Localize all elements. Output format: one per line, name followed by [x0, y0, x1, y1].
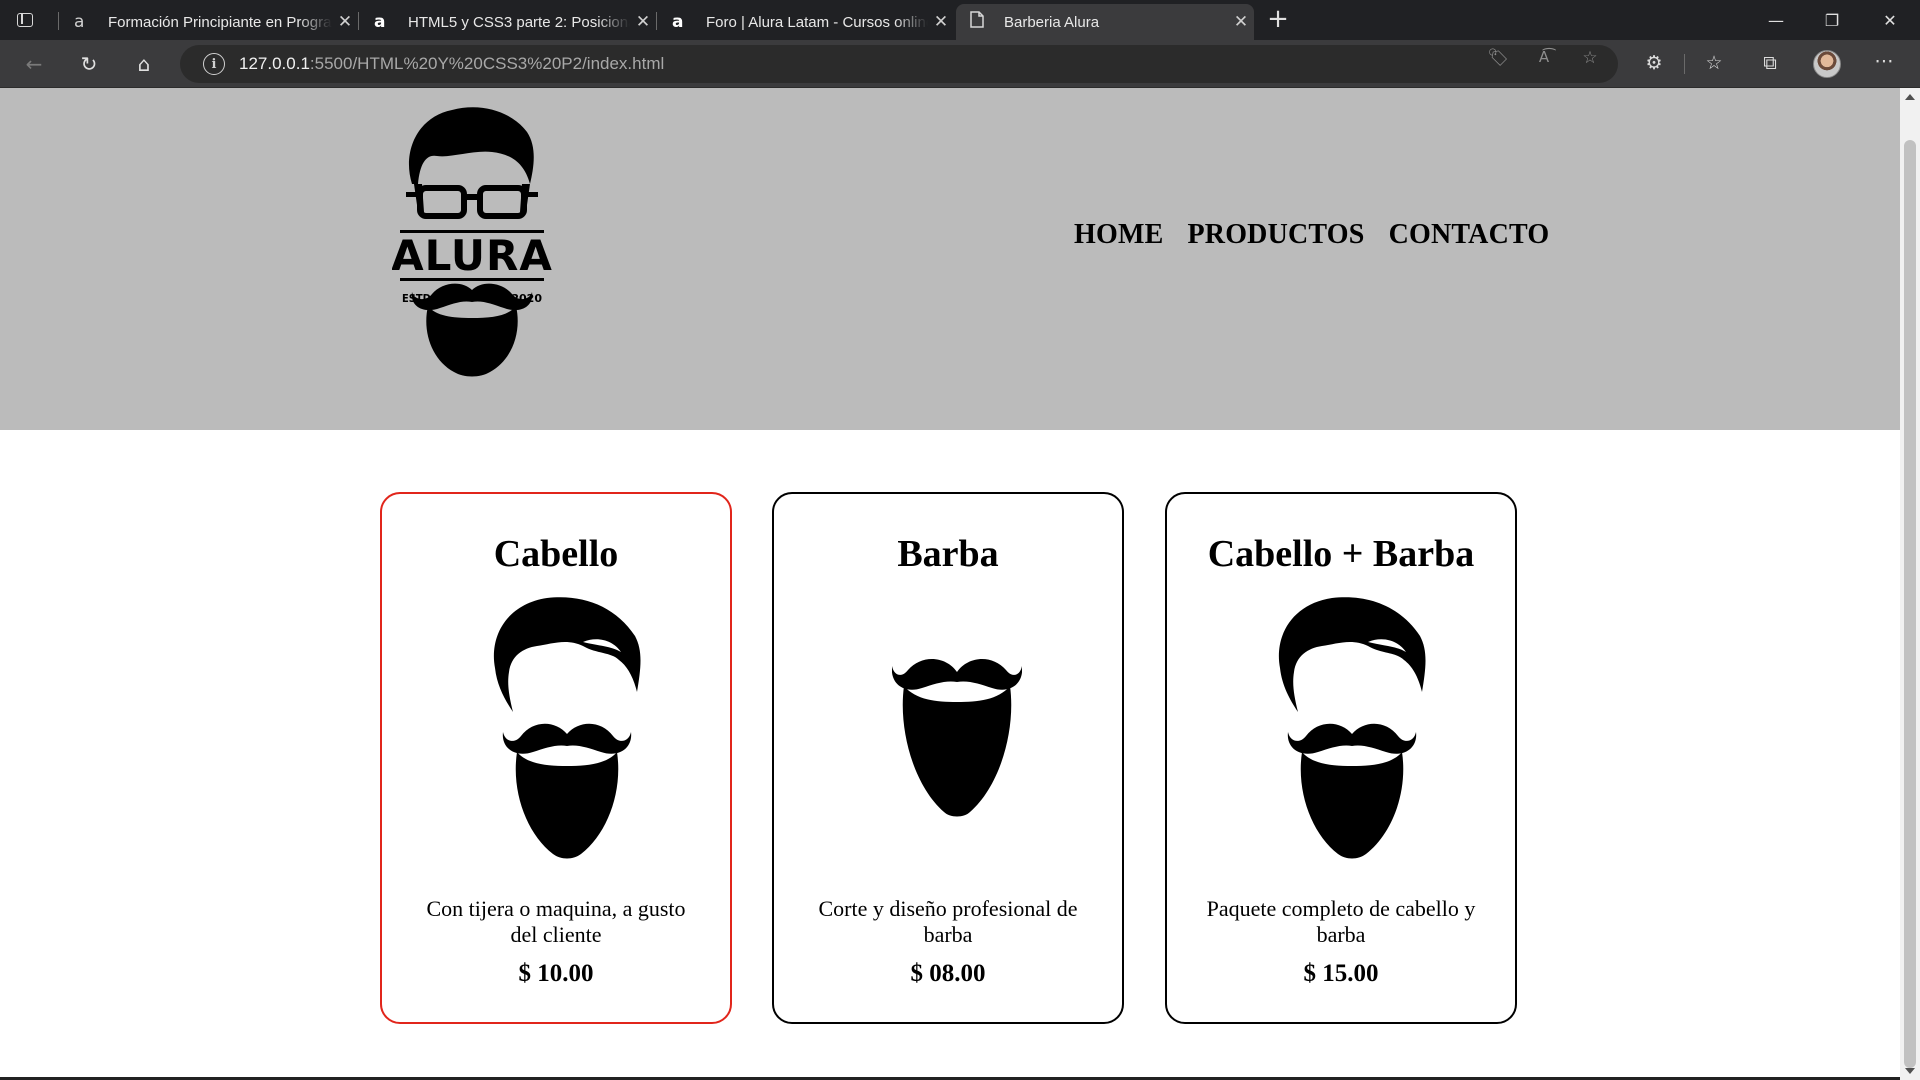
tab-title: Formación Principiante en Programación	[108, 13, 332, 31]
hair-and-beard-icon	[1278, 597, 1426, 859]
site-info-icon[interactable]: i	[203, 53, 225, 75]
scroll-down-arrow-icon[interactable]	[1905, 1068, 1915, 1074]
new-tab-button[interactable]: +	[1262, 4, 1294, 36]
read-aloud-icon[interactable]: A͡	[1532, 48, 1556, 70]
product-title: Cabello + Barba	[1207, 533, 1475, 575]
beard-icon	[892, 658, 1022, 817]
toolbar-separator	[1684, 54, 1685, 74]
alura-icon: a	[374, 12, 386, 32]
back-button[interactable]: ←	[16, 48, 52, 80]
alura-icon: a	[672, 12, 684, 32]
document-icon	[970, 11, 992, 33]
hair-and-beard-icon	[493, 597, 641, 859]
product-card-cabello[interactable]: Cabello Con tijera o maquina, a gusto de…	[380, 492, 732, 1024]
extensions-icon[interactable]: ⚙	[1640, 52, 1668, 78]
product-card-cabello-barba[interactable]: Cabello + Barba Paquete completo de cabe…	[1165, 492, 1517, 1024]
scroll-up-arrow-icon[interactable]	[1905, 94, 1915, 100]
tab-title: Barberia Alura	[1004, 13, 1100, 31]
page-viewport: ALURA ESTD 2020 HOME PRODUCTOS CONTACTO …	[0, 88, 1920, 1080]
close-window-button[interactable]: ✕	[1862, 0, 1918, 40]
tab-title: Foro | Alura Latam - Cursos online	[706, 13, 928, 31]
tab-separator	[58, 12, 59, 30]
menu-home-link[interactable]: HOME	[1074, 219, 1163, 251]
collections-icon[interactable]: ⧉	[1756, 52, 1784, 78]
product-description: Paquete completo de cabello y barba	[1206, 896, 1476, 947]
tab-html5-css3[interactable]: a HTML5 y CSS3 parte 2: Posicionamiento …	[360, 4, 656, 40]
product-description: Corte y diseño profesional de barba	[818, 896, 1078, 947]
product-title: Barba	[897, 533, 999, 575]
close-icon[interactable]: ✕	[928, 12, 954, 32]
product-description: Con tijera o maquina, a gusto del client…	[426, 896, 686, 947]
browser-toolbar: ← ↻ ⌂ i 127.0.0.1:5500/HTML%20Y%20CSS3%2…	[0, 40, 1920, 88]
close-icon[interactable]: ✕	[1228, 12, 1254, 32]
product-price: $ 15.00	[1303, 960, 1379, 987]
product-price: $ 10.00	[518, 960, 594, 987]
logo-brand-text: ALURA	[392, 231, 552, 280]
alura-icon: a	[74, 12, 85, 32]
product-price: $ 08.00	[910, 960, 986, 987]
tab-actions-icon	[17, 13, 33, 27]
tab-foro[interactable]: a Foro | Alura Latam - Cursos online ✕	[658, 4, 954, 40]
scrollbar-thumb[interactable]	[1904, 140, 1916, 1068]
coupon-tag-icon[interactable]: 🏷	[1486, 48, 1510, 70]
menu-contacto-link[interactable]: CONTACTO	[1389, 219, 1550, 251]
favorites-icon[interactable]: ☆	[1700, 52, 1728, 78]
product-card-barba[interactable]: Barba Corte y diseño profesional de barb…	[772, 492, 1124, 1024]
add-favorite-icon[interactable]: ☆	[1578, 48, 1602, 70]
close-icon[interactable]: ✕	[630, 12, 656, 32]
tab-actions-button[interactable]	[0, 0, 50, 40]
address-bar[interactable]: i 127.0.0.1:5500/HTML%20Y%20CSS3%20P2/in…	[180, 45, 1618, 83]
alura-barber-logo[interactable]: ALURA ESTD 2020	[392, 102, 552, 378]
home-button[interactable]: ⌂	[126, 48, 162, 80]
tab-formacion[interactable]: a Formación Principiante en Programación…	[60, 4, 358, 40]
tab-title: HTML5 y CSS3 parte 2: Posicionamiento	[408, 13, 630, 31]
tab-separator	[358, 12, 359, 30]
close-icon[interactable]: ✕	[332, 12, 358, 32]
tab-barberia-alura[interactable]: Barberia Alura ✕	[956, 4, 1254, 40]
more-options-icon[interactable]: ⋯	[1870, 50, 1898, 76]
url-text[interactable]: 127.0.0.1:5500/HTML%20Y%20CSS3%20P2/inde…	[239, 54, 664, 74]
refresh-button[interactable]: ↻	[71, 48, 107, 80]
tab-separator	[656, 12, 657, 30]
minimize-button[interactable]: —	[1748, 0, 1804, 40]
restore-button[interactable]: ❐	[1804, 0, 1860, 40]
site-header: ALURA ESTD 2020 HOME PRODUCTOS CONTACTO	[0, 88, 1900, 430]
profile-avatar[interactable]	[1813, 50, 1841, 78]
menu-productos-link[interactable]: PRODUCTOS	[1187, 219, 1364, 251]
product-title: Cabello	[493, 533, 619, 575]
main-menu: HOME PRODUCTOS CONTACTO	[1074, 219, 1549, 251]
vertical-scrollbar[interactable]	[1900, 88, 1920, 1080]
